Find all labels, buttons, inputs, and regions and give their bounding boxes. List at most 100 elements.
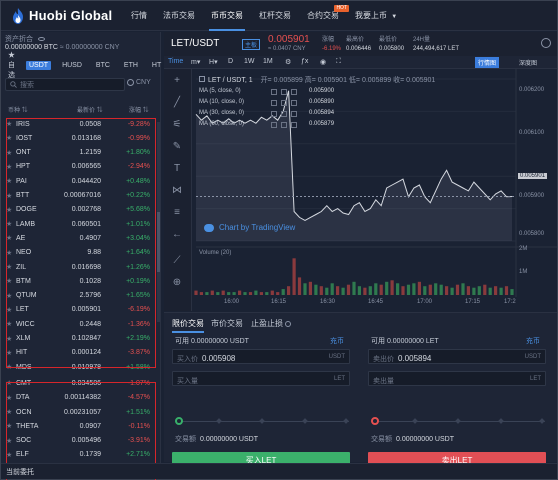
sell-price-field[interactable]: 卖出价 0.005894 USDT <box>368 349 546 364</box>
settings-icon[interactable] <box>281 122 287 128</box>
buy-price-field[interactable]: 买入价 0.005908 USDT <box>172 349 350 364</box>
tab-time[interactable]: Time <box>168 58 183 65</box>
volume-bar <box>248 292 253 295</box>
eye-icon[interactable] <box>37 37 45 42</box>
nav-contract[interactable]: 合约交易 HOT <box>299 1 349 31</box>
search-input[interactable]: 搜索 <box>5 78 125 91</box>
tab-stop-label: 止盈止损 <box>251 319 283 328</box>
fullscreen-icon[interactable]: ⛶ <box>336 58 341 66</box>
eye-toggle-icon[interactable] <box>271 100 277 106</box>
slider-step[interactable] <box>259 418 265 424</box>
slider-step[interactable] <box>455 418 461 424</box>
x-tick: 16:30 <box>320 299 336 305</box>
tab-eth[interactable]: ETH <box>121 61 141 70</box>
volume-label-text: Volume (20) <box>199 250 232 256</box>
slider-step[interactable] <box>216 418 222 424</box>
y-tick: 1M <box>519 269 528 275</box>
tab-market[interactable]: 市价交易 <box>211 318 243 329</box>
volume-bar <box>417 281 421 295</box>
nav-listing-label: 我要上币 <box>355 10 387 20</box>
volume-bar <box>292 258 296 295</box>
close-icon[interactable] <box>291 111 297 117</box>
header-price[interactable]: 最新价 ⇅ <box>77 105 103 114</box>
stat-low-value: 0.005800 <box>379 46 405 52</box>
nav-listing[interactable]: 我要上币 ▼ <box>347 1 405 31</box>
close-icon[interactable] <box>291 89 297 95</box>
cny-toggle[interactable]: CNY <box>127 79 151 86</box>
volume-bar <box>401 286 405 295</box>
chart-canvas[interactable] <box>164 69 557 311</box>
volume-bar <box>314 284 318 295</box>
tab-usdt[interactable]: USDT <box>26 60 52 70</box>
buy-amount-slider[interactable] <box>175 417 349 425</box>
sell-qty-label: 卖出量 <box>373 378 394 385</box>
scrollbar-thumb[interactable] <box>157 212 160 272</box>
nav-otc[interactable]: 法币交易 <box>155 1 203 31</box>
stat-high-value: 0.006446 <box>346 46 372 52</box>
ma-60-label: MA (60, close, 0) <box>199 121 245 127</box>
slider-step[interactable] <box>498 418 504 424</box>
tab-stop[interactable]: 止盈止损 <box>251 318 291 329</box>
tradingview-watermark[interactable]: Chart by TradingView <box>204 223 295 232</box>
slider-step[interactable] <box>412 418 418 424</box>
indicator-icon[interactable]: ƒx <box>301 58 308 65</box>
tab-day[interactable]: D <box>228 58 233 65</box>
tab-ht[interactable]: HT <box>149 61 164 70</box>
header-change[interactable]: 涨幅 ⇅ <box>129 105 149 114</box>
settings-icon[interactable] <box>281 111 287 117</box>
tab-minute-label: m <box>191 59 197 66</box>
tab-btc[interactable]: BTC <box>93 61 113 70</box>
nav-margin[interactable]: 杠杆交易 <box>251 1 299 31</box>
sell-qty-unit: LET <box>529 376 541 382</box>
close-icon[interactable] <box>291 122 297 128</box>
volume-bar <box>363 287 367 295</box>
ma-30-value: 0.005894 <box>309 110 335 116</box>
collapse-icon[interactable] <box>199 76 205 82</box>
tab-hour[interactable]: H▾ <box>209 58 218 66</box>
eye-toggle-icon[interactable] <box>271 111 277 117</box>
settings-icon[interactable] <box>541 38 551 48</box>
tab-month[interactable]: 1M <box>263 58 273 65</box>
pair-name[interactable]: LET/USDT <box>171 38 219 49</box>
buy-deposit-link[interactable]: 充币 <box>330 336 344 346</box>
sell-deposit-link[interactable]: 充币 <box>526 336 540 346</box>
asset-title: 资产折合 <box>5 34 45 44</box>
chart-settings-icon[interactable]: ⚙ <box>285 58 291 66</box>
tab-limit[interactable]: 限价交易 <box>172 318 204 333</box>
slider-step[interactable] <box>343 418 349 424</box>
eye-toggle-icon[interactable] <box>271 89 277 95</box>
volume-bar <box>510 289 514 295</box>
market-table-header: 币种 ⇅ 最新价 ⇅ 涨幅 ⇅ <box>1 103 161 115</box>
settings-icon[interactable] <box>281 89 287 95</box>
tab-husd[interactable]: HUSD <box>59 61 85 70</box>
buy-amount-value: 0.00000000 USDT <box>200 436 258 443</box>
tab-week[interactable]: 1W <box>244 58 255 65</box>
tab-kline[interactable]: 行情图 <box>475 57 500 68</box>
tab-favorites[interactable]: ★ 自选 <box>5 49 18 81</box>
close-icon[interactable] <box>291 100 297 106</box>
eye-toggle-icon[interactable] <box>271 122 277 128</box>
volume-bar <box>396 283 400 295</box>
header-symbol[interactable]: 币种 ⇅ <box>8 105 28 114</box>
price-chart[interactable]: + ╱ ⚟ ✎ T ⋈ ≡ ← ⟋ ⊕ LET / USDT, 1 开= 0.0… <box>164 69 557 311</box>
slider-handle[interactable] <box>371 417 379 425</box>
stat-volume-value: 244,494,617 LET <box>413 46 460 52</box>
ma-60-value: 0.005879 <box>309 121 335 127</box>
y-tick: 0.006200 <box>519 87 545 93</box>
slider-handle[interactable] <box>175 417 183 425</box>
tab-depth[interactable]: 深度图 <box>516 57 540 68</box>
nav-exchange[interactable]: 币币交易 <box>203 1 251 31</box>
sell-qty-field[interactable]: 卖出量 LET <box>368 371 546 386</box>
logo[interactable]: Huobi Global <box>11 1 123 31</box>
slider-step[interactable] <box>539 418 545 424</box>
board-tag: 主板 <box>242 39 261 50</box>
tab-minute[interactable]: m▾ <box>191 58 200 66</box>
nav-market[interactable]: 行情 <box>123 1 155 31</box>
sell-amount-slider[interactable] <box>371 417 545 425</box>
search-icon <box>10 81 17 88</box>
settings-icon[interactable] <box>281 100 287 106</box>
slider-step[interactable] <box>302 418 308 424</box>
open-orders-label[interactable]: 当前委托 <box>6 467 34 477</box>
camera-icon[interactable]: ◉ <box>320 58 326 66</box>
buy-qty-field[interactable]: 买入量 LET <box>172 371 350 386</box>
